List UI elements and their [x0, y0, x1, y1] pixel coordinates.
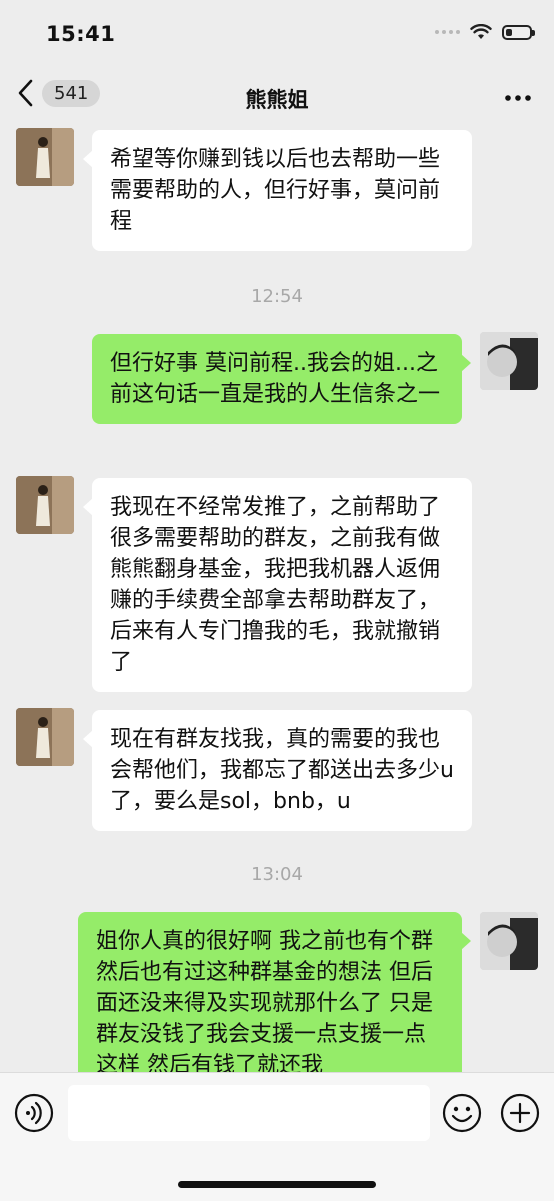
- status-icons: [435, 24, 535, 40]
- plus-icon: [500, 1093, 540, 1133]
- message-bubble-outgoing[interactable]: 但行好事 莫问前程..我会的姐...之前这句话一直是我的人生信条之一: [92, 334, 471, 424]
- voice-button[interactable]: [14, 1093, 54, 1137]
- contact-avatar[interactable]: [16, 128, 74, 186]
- contact-avatar[interactable]: [16, 708, 74, 766]
- status-bar: 15:41: [0, 0, 554, 70]
- signal-icon: [435, 30, 460, 34]
- my-avatar[interactable]: [480, 332, 538, 390]
- avatar-photo-icon: [480, 912, 538, 970]
- wifi-icon: [470, 24, 492, 39]
- avatar-photo-icon: [480, 332, 538, 390]
- more-actions-button[interactable]: [500, 1093, 540, 1137]
- chat-header: 541 熊熊姐: [0, 70, 554, 126]
- avatar-photo-icon: [16, 128, 74, 186]
- contact-avatar[interactable]: [16, 476, 74, 534]
- emoji-icon: [442, 1093, 482, 1133]
- message-timestamp: 12:54: [251, 286, 303, 307]
- message-bubble-incoming[interactable]: 我现在不经常发推了，之前帮助了很多需要帮助的群友，之前我有做熊熊翻身基金，我把我…: [83, 478, 472, 692]
- message-bubble-incoming[interactable]: 现在有群友找我，真的需要的我也会帮他们，我都忘了都送出去多少u了，要么是sol，…: [83, 710, 472, 831]
- emoji-button[interactable]: [442, 1093, 482, 1137]
- my-avatar[interactable]: [480, 912, 538, 970]
- message-bubble-outgoing[interactable]: 姐你人真的很好啊 我之前也有个群然后也有过这种群基金的想法 但后面还没来得及实现…: [78, 912, 471, 1072]
- voice-icon: [14, 1093, 54, 1133]
- message-bubble-incoming[interactable]: 希望等你赚到钱以后也去帮助一些需要帮助的人，但行好事，莫问前程: [83, 130, 472, 251]
- message-timestamp: 13:04: [251, 864, 303, 885]
- status-time: 15:41: [46, 22, 116, 46]
- message-input-bar: [0, 1072, 554, 1201]
- avatar-photo-icon: [16, 708, 74, 766]
- more-button[interactable]: [504, 84, 532, 116]
- chat-title: 熊熊姐: [245, 88, 309, 112]
- battery-icon: [502, 24, 535, 40]
- avatar-photo-icon: [16, 476, 74, 534]
- more-dots-icon: [505, 95, 531, 101]
- home-indicator[interactable]: [178, 1181, 376, 1188]
- message-list[interactable]: 希望等你赚到钱以后也去帮助一些需要帮助的人，但行好事，莫问前程 12:54 但行…: [0, 126, 554, 1072]
- message-text-input[interactable]: [68, 1085, 430, 1141]
